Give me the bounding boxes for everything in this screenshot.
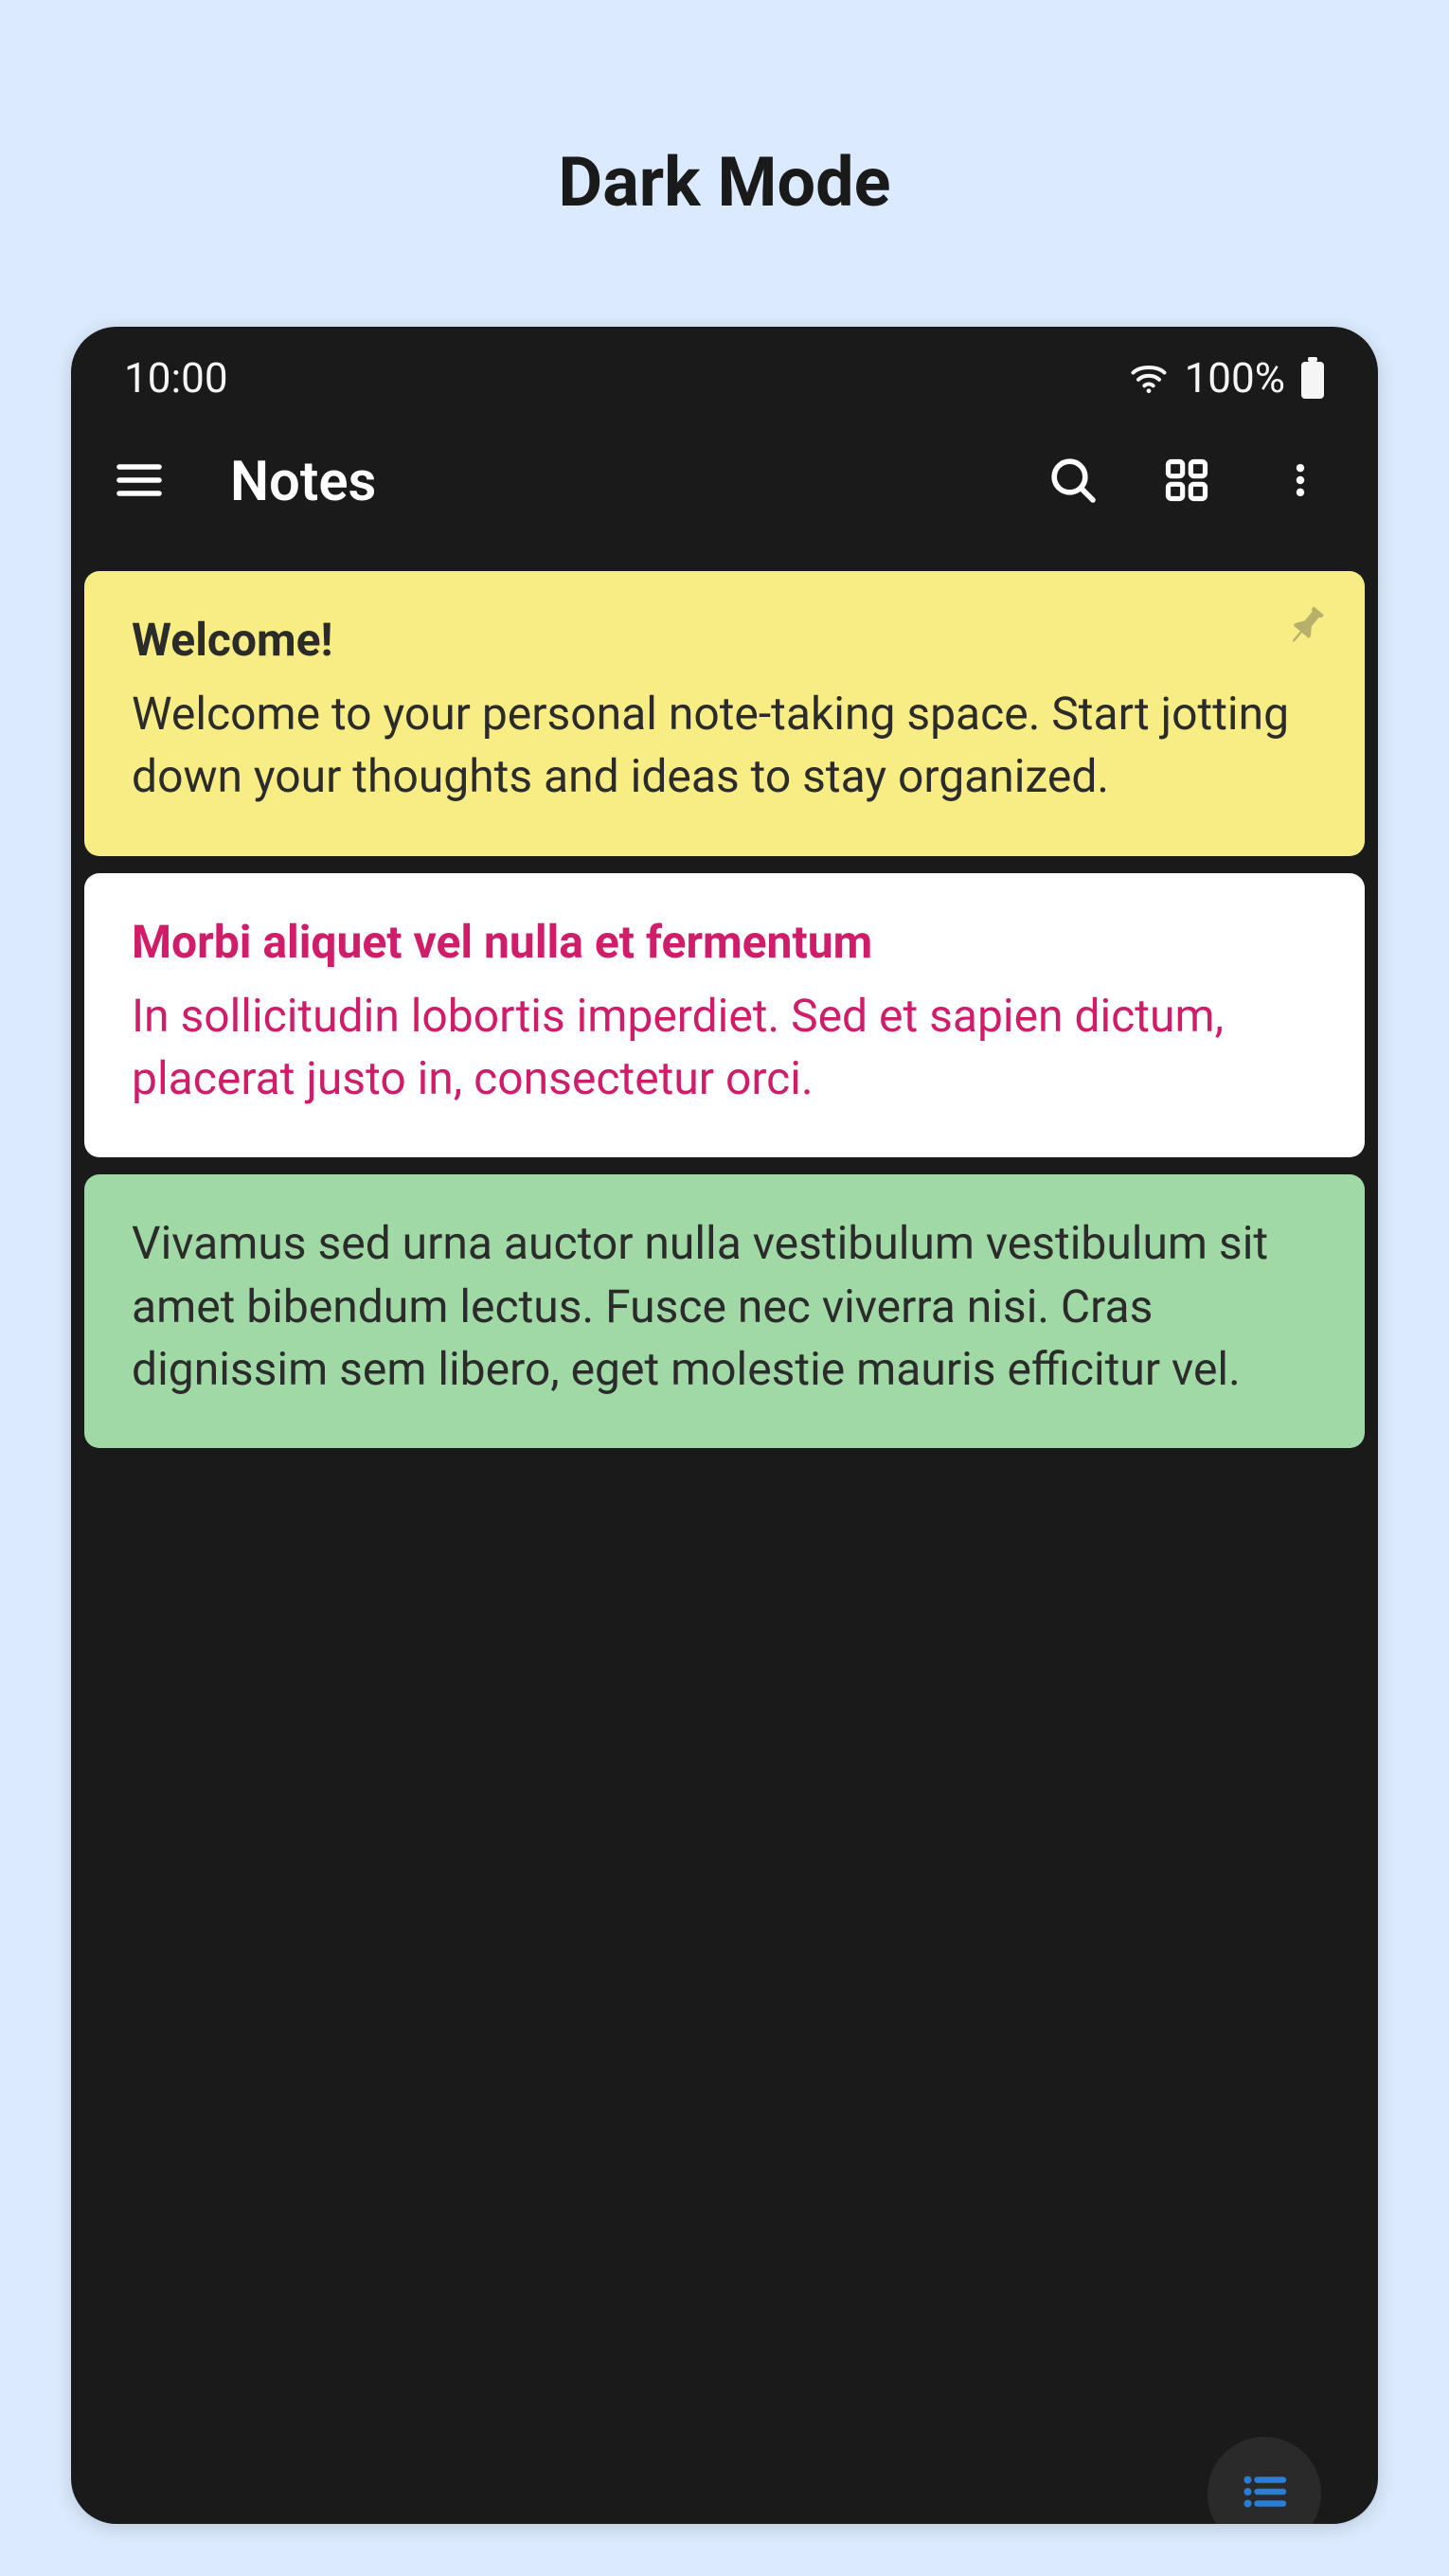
search-button[interactable] [1043, 452, 1103, 512]
status-right: 100% [1128, 353, 1325, 402]
wifi-icon [1128, 357, 1170, 399]
grid-view-button[interactable] [1156, 452, 1217, 512]
note-card[interactable]: Morbi aliquet vel nulla et fermentum In … [84, 873, 1365, 1158]
battery-percent: 100% [1185, 353, 1285, 402]
status-time: 10:00 [124, 353, 228, 402]
note-body: In sollicitudin lobortis imperdiet. Sed … [132, 985, 1317, 1110]
phone-frame: 10:00 100% [71, 327, 1378, 2524]
search-icon [1046, 454, 1100, 510]
status-bar: 10:00 100% [71, 327, 1378, 412]
page-heading: Dark Mode [0, 0, 1449, 327]
app-title: Notes [211, 450, 1001, 514]
fab-button[interactable] [1208, 2437, 1321, 2524]
more-vertical-icon [1279, 454, 1321, 510]
note-body: Vivamus sed urna auctor nulla vestibulum… [132, 1212, 1317, 1401]
list-icon [1236, 2463, 1293, 2524]
grid-icon [1162, 456, 1211, 509]
pin-icon [1279, 599, 1333, 669]
menu-button[interactable] [109, 452, 170, 512]
note-card[interactable]: Welcome! Welcome to your personal note-t… [84, 571, 1365, 856]
note-title: Morbi aliquet vel nulla et fermentum [132, 911, 1317, 974]
notes-list: Welcome! Welcome to your personal note-t… [71, 552, 1378, 1467]
overflow-menu-button[interactable] [1270, 452, 1331, 512]
app-bar: Notes [71, 412, 1378, 552]
note-title: Welcome! [132, 609, 1317, 671]
note-card[interactable]: Vivamus sed urna auctor nulla vestibulum… [84, 1174, 1365, 1448]
battery-icon [1300, 357, 1325, 399]
hamburger-icon [113, 454, 166, 510]
note-body: Welcome to your personal note-taking spa… [132, 683, 1317, 808]
